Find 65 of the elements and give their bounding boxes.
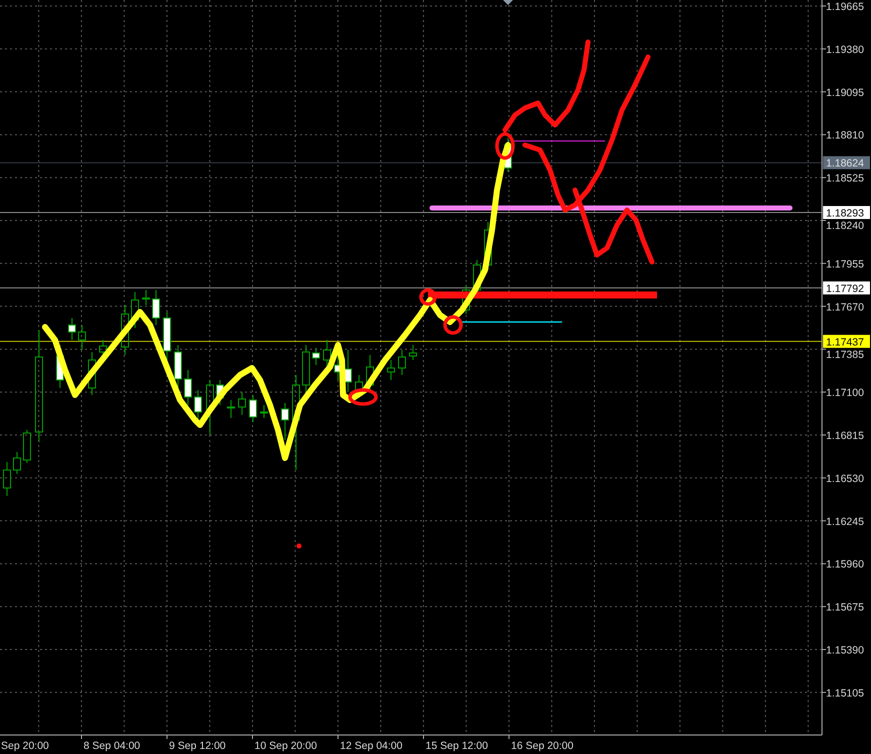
highlight-circle <box>419 288 437 306</box>
candlestick <box>3 462 11 496</box>
candlestick <box>302 344 310 392</box>
price-axis-label: 1.17670 <box>826 301 864 314</box>
candlestick <box>355 374 363 398</box>
price-axis-label: 1.18525 <box>826 172 864 185</box>
candlestick <box>174 344 182 388</box>
candlestick <box>152 290 160 326</box>
signal-dot <box>296 544 302 548</box>
highlight-circle <box>495 132 515 160</box>
price-tag: 1.18624 <box>823 156 870 170</box>
candlestick <box>260 404 268 418</box>
time-axis-label: 9 Sep 12:00 <box>169 740 226 752</box>
price-axis-label: 1.19665 <box>826 1 864 13</box>
price-axis-label: 1.16530 <box>826 472 864 485</box>
candlestick <box>409 344 417 360</box>
price-axis-label: 1.19380 <box>826 44 864 56</box>
candlestick <box>334 356 342 380</box>
price-tag: 1.18293 <box>823 206 870 220</box>
candlestick <box>184 370 192 406</box>
candlestick <box>281 402 289 440</box>
price-axis-label: 1.15960 <box>826 558 864 571</box>
price-axis-label: 1.15675 <box>826 602 864 614</box>
price-axis-label: 1.16245 <box>826 516 864 528</box>
time-axis-label: 15 Sep 12:00 <box>426 740 488 752</box>
candlestick <box>194 390 202 420</box>
price-axis-label: 1.18810 <box>826 130 864 142</box>
price-axis-label: 1.17100 <box>826 387 864 400</box>
highlight-circle <box>443 315 463 335</box>
time-axis-label: 10 Sep 20:00 <box>254 740 317 752</box>
candlestick <box>227 400 235 418</box>
time-axis-label: 16 Sep 20:00 <box>511 740 574 752</box>
candlestick <box>13 452 21 474</box>
candlestick <box>238 392 246 416</box>
candlestick <box>216 380 224 406</box>
candlestick <box>462 284 470 314</box>
price-tag: 1.17792 <box>823 281 870 295</box>
candlestick <box>142 290 150 306</box>
price-axis-label: 1.17955 <box>826 258 864 270</box>
price-axis-label: 1.19095 <box>826 86 864 99</box>
candlestick <box>121 304 129 356</box>
time-axis-label: 8 Sep 04:00 <box>84 740 140 752</box>
candlestick <box>163 312 171 360</box>
candlestick <box>249 394 257 422</box>
candlestick <box>131 292 139 328</box>
candlestick <box>366 354 374 390</box>
candlestick <box>68 318 76 340</box>
price-axis-label: 1.16815 <box>826 430 864 442</box>
price-axis-label: 1.18240 <box>826 220 864 232</box>
candlestick <box>78 324 86 350</box>
price-axis-label: 1.15390 <box>826 644 864 656</box>
highlight-circle <box>348 388 378 406</box>
shift-marker-icon <box>503 0 513 5</box>
candlestick <box>23 430 31 464</box>
time-axis-label: Sep 20:00 <box>1 740 49 752</box>
price-axis-label: 1.15105 <box>826 687 864 700</box>
candlestick <box>344 350 352 392</box>
candlestick <box>504 138 512 172</box>
candlestick <box>88 352 96 396</box>
candlestick <box>387 360 395 380</box>
time-axis-label: 12 Sep 04:00 <box>340 740 402 752</box>
candlestick <box>312 348 320 366</box>
candlestick <box>398 350 406 376</box>
price-tag: 1.17437 <box>823 334 870 348</box>
price-axis-label: 1.17385 <box>826 348 864 361</box>
